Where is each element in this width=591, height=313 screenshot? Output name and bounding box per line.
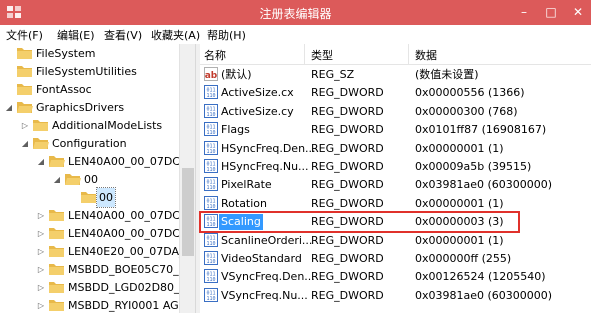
column-header-name[interactable]: 名称 — [204, 47, 226, 63]
expand-icon[interactable]: ▷ — [36, 260, 46, 279]
tree-item-label: MSBDD_LGD02D80_00 — [68, 281, 194, 294]
tree-item-label: LEN40E20_00_07DA_9 — [68, 245, 192, 258]
tree-item-label: 00 — [96, 187, 116, 208]
svg-text:110: 110 — [206, 259, 215, 265]
folder-open-icon — [65, 174, 81, 185]
tree-item-label: GraphicsDrivers — [36, 101, 125, 114]
svg-text:110: 110 — [206, 204, 215, 210]
tree-scrollbar[interactable] — [179, 44, 196, 313]
collapse-icon[interactable]: ◢ — [36, 152, 46, 171]
tree-item-label: FileSystem — [36, 47, 96, 60]
collapse-icon[interactable]: ◢ — [52, 170, 62, 189]
menu-edit[interactable]: 编辑(E) — [57, 27, 95, 43]
collapse-icon[interactable]: ◢ — [20, 134, 30, 153]
dword-value-icon: 011 110 — [204, 232, 218, 247]
value-name: VSyncFreq.Nu... — [221, 288, 308, 302]
svg-text:110: 110 — [206, 93, 215, 99]
folder-open-icon — [49, 156, 65, 167]
column-header-type[interactable]: 类型 — [311, 47, 333, 63]
registry-value-row[interactable]: 011 110 VSyncFreq.Nu... REG_DWORD 0x03981ae0… — [200, 285, 591, 307]
folder-icon — [17, 66, 32, 77]
svg-text:110: 110 — [206, 167, 215, 173]
maximize-button[interactable]: □ — [537, 2, 565, 22]
menu-file[interactable]: 文件(F) — [6, 27, 43, 43]
dword-value-icon: 011 110 — [204, 287, 218, 302]
menu-help[interactable]: 帮助(H) — [207, 27, 246, 43]
tree-item-label: FileSystemUtilities — [36, 65, 137, 78]
svg-text:110: 110 — [206, 130, 215, 136]
folder-open-icon — [17, 102, 33, 113]
window-title: 注册表编辑器 — [259, 7, 332, 21]
expand-icon[interactable]: ▷ — [36, 206, 46, 225]
svg-text:ab: ab — [205, 71, 218, 81]
svg-text:110: 110 — [206, 241, 215, 247]
tree-item-label: FontAssoc — [36, 83, 92, 96]
tree-item-label: MSBDD_RYI0001 AGN — [68, 299, 187, 312]
tree-item-label: LEN40A00_00_07DC_9 — [68, 227, 193, 240]
expand-icon[interactable]: ▷ — [36, 224, 46, 243]
svg-text:110: 110 — [206, 112, 215, 118]
folder-icon — [49, 210, 64, 221]
menu-favorites[interactable]: 收藏夹(A) — [151, 27, 200, 43]
close-button[interactable]: ✕ — [564, 2, 591, 22]
dword-value-icon: 011 110 — [204, 177, 218, 192]
title-bar: 注册表编辑器 – □ ✕ — [0, 0, 591, 25]
folder-icon — [49, 228, 64, 239]
key-tree: FileSystem FileSystemUtilities FontAssoc… — [0, 44, 195, 313]
folder-icon — [49, 300, 64, 311]
highlight-box — [199, 211, 520, 233]
expand-icon[interactable]: ▷ — [20, 116, 30, 135]
value-list: 名称 类型 数据 ab (默认) REG_SZ (数值未设置) 011 110 Active… — [200, 44, 591, 313]
column-divider[interactable] — [304, 44, 305, 64]
folder-icon — [17, 84, 32, 95]
folder-icon — [49, 246, 64, 257]
svg-text:110: 110 — [206, 296, 215, 302]
expand-icon[interactable]: ▷ — [36, 242, 46, 261]
value-type: REG_DWORD — [311, 288, 384, 302]
dword-value-icon: 011 110 — [204, 122, 218, 137]
folder-icon — [17, 48, 32, 59]
folder-icon — [49, 282, 64, 293]
minimize-button[interactable]: – — [510, 2, 538, 22]
tree-item-label: Configuration — [52, 137, 127, 150]
svg-text:110: 110 — [206, 277, 215, 283]
svg-text:110: 110 — [206, 149, 215, 155]
dword-value-icon: 011 110 — [204, 140, 218, 155]
folder-icon — [49, 264, 64, 275]
menu-bar: 文件(F) 编辑(E) 查看(V) 收藏夹(A) 帮助(H) — [0, 25, 591, 45]
tree-item-label: MSBDD_BOE05C70_01 — [68, 263, 193, 276]
folder-icon — [81, 192, 96, 203]
list-header: 名称 类型 数据 — [200, 44, 591, 65]
column-header-data[interactable]: 数据 — [415, 47, 437, 63]
expand-icon[interactable]: ▷ — [36, 296, 46, 313]
dword-value-icon: 011 110 — [204, 85, 218, 100]
dword-value-icon: 011 110 — [204, 269, 218, 284]
expand-icon[interactable]: ▷ — [36, 278, 46, 297]
dword-value-icon: 011 110 — [204, 251, 218, 265]
dword-value-icon: 011 110 — [204, 159, 218, 173]
svg-text:110: 110 — [206, 185, 215, 191]
tree-item-label: AdditionalModeLists — [52, 119, 163, 132]
tree-item-label: LEN40A00_00_07DC_9 — [68, 155, 193, 168]
folder-icon — [33, 120, 48, 131]
string-value-icon: ab — [204, 67, 218, 81]
tree-item-label: LEN40A00_00_07DC_9 — [68, 209, 193, 222]
folder-open-icon — [33, 138, 49, 149]
tree-item-label: 00 — [84, 173, 98, 186]
dword-value-icon: 011 110 — [204, 103, 218, 118]
scrollbar-thumb[interactable] — [182, 168, 194, 256]
menu-view[interactable]: 查看(V) — [104, 27, 142, 43]
value-data: 0x03981ae0 (60300000) — [415, 288, 553, 302]
column-divider[interactable] — [408, 44, 409, 64]
collapse-icon[interactable]: ◢ — [4, 98, 14, 117]
dword-value-icon: 011 110 — [204, 195, 218, 210]
